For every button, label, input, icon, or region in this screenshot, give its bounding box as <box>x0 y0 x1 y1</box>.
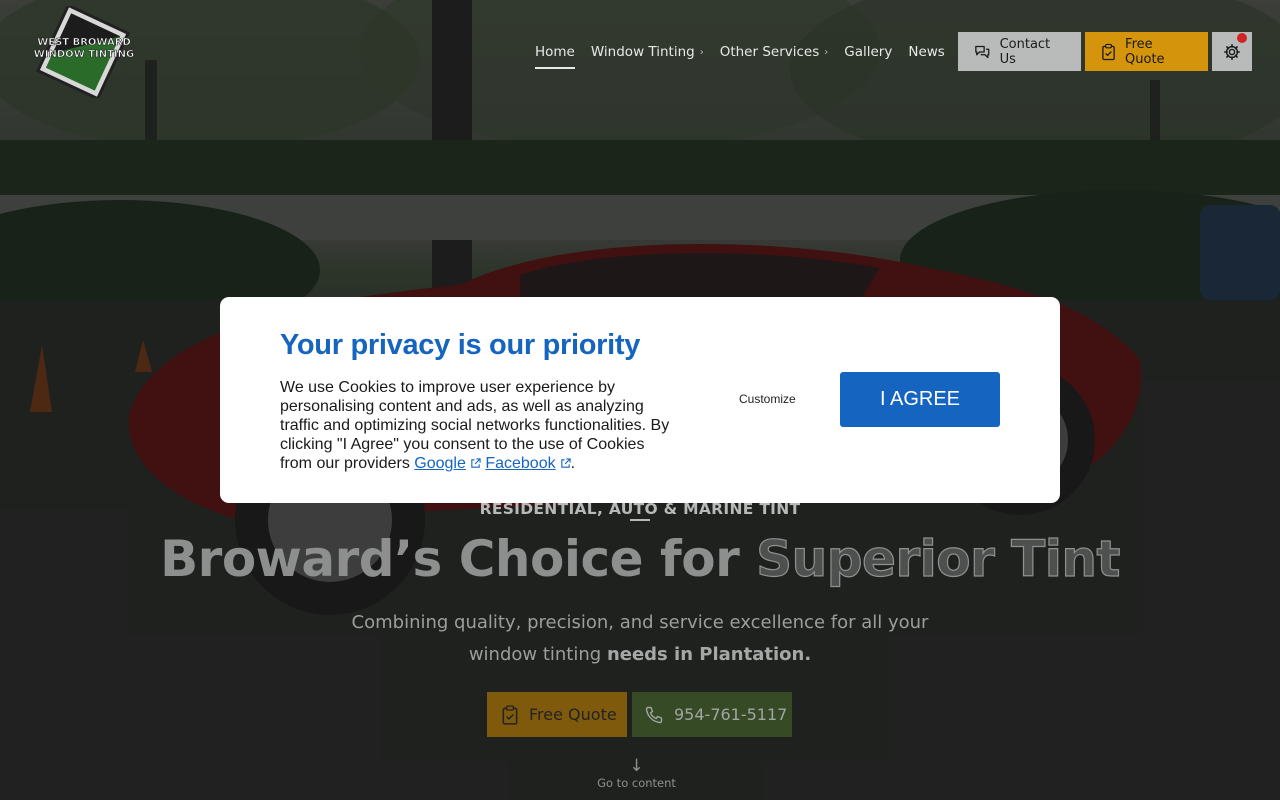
hero-subtext-bold: needs in Plantation. <box>606 644 812 665</box>
nav-item-window-tinting[interactable]: Window Tinting › <box>591 44 704 60</box>
cookie-consent-modal: Your privacy is our priority We use Cook… <box>220 297 1060 503</box>
hero-subtext: Combining quality, precision, and servic… <box>340 607 940 671</box>
cookie-modal-title: Your privacy is our priority <box>280 329 641 361</box>
provider-label: Facebook <box>485 455 556 472</box>
gear-icon <box>1224 43 1240 60</box>
arrow-down-icon: ↓ <box>629 756 644 776</box>
provider-label: Google <box>414 455 466 472</box>
customize-button[interactable]: Customize <box>739 392 796 406</box>
nav-item-label: Window Tinting <box>590 44 695 60</box>
settings-button[interactable] <box>1212 32 1252 71</box>
i-agree-button[interactable]: I AGREE <box>840 372 1000 427</box>
chevron-right-icon: › <box>699 46 704 58</box>
provider-link-google[interactable]: Google <box>414 455 481 472</box>
external-link-icon <box>560 458 571 468</box>
chevron-right-icon: › <box>824 46 829 58</box>
free-quote-label: Free Quote <box>1125 36 1165 67</box>
nav-item-label: Other Services <box>719 44 820 60</box>
main-nav: Home Window Tinting › Other Services › G… <box>535 32 945 72</box>
nav-item-other-services[interactable]: Other Services › <box>720 44 829 60</box>
free-quote-cta-button[interactable]: Free Quote <box>487 692 627 737</box>
free-quote-header-button[interactable]: Free Quote <box>1085 32 1208 71</box>
go-to-content-label: Go to content <box>597 776 676 790</box>
logo-line1: WEST BROWARD <box>37 37 131 48</box>
site-logo[interactable]: WEST BROWARD WINDOW TINTING <box>28 3 138 101</box>
nav-item-label: Gallery <box>844 44 893 60</box>
clipboard-check-icon <box>502 704 518 725</box>
eyebrow-divider <box>630 519 650 521</box>
nav-item-label: News <box>908 44 945 60</box>
nav-item-gallery[interactable]: Gallery <box>844 44 892 60</box>
phone-icon <box>645 706 663 723</box>
logo-line2: WINDOW TINTING <box>34 49 134 60</box>
headline-part2: Superior Tint <box>756 529 1121 588</box>
contact-us-label: Contact Us <box>999 36 1051 67</box>
notification-dot <box>1237 33 1247 43</box>
nav-item-home[interactable]: Home <box>535 44 575 69</box>
nav-item-news[interactable]: News <box>908 44 944 60</box>
phone-cta-button[interactable]: 954-761-5117 <box>632 692 792 737</box>
hero-headline: Broward’s Choice for Superior Tint <box>0 529 1280 588</box>
clipboard-check-icon <box>1102 43 1115 60</box>
contact-us-button[interactable]: Contact Us <box>958 32 1081 71</box>
go-to-content-link[interactable]: ↓ Go to content <box>0 756 1273 790</box>
provider-link-facebook[interactable]: Facebook <box>485 455 571 472</box>
tinted-window-logo-icon: WEST BROWARD WINDOW TINTING <box>33 3 135 101</box>
free-quote-cta-label: Free Quote <box>529 705 617 724</box>
cookie-modal-body: We use Cookies to improve user experienc… <box>280 378 680 473</box>
nav-item-label: Home <box>535 44 575 60</box>
chat-bubbles-icon <box>975 45 990 58</box>
headline-part1: Broward’s Choice for <box>160 530 740 588</box>
phone-cta-label: 954-761-5117 <box>674 705 788 724</box>
external-link-icon <box>471 458 481 468</box>
cookie-body-end: . <box>570 455 576 472</box>
